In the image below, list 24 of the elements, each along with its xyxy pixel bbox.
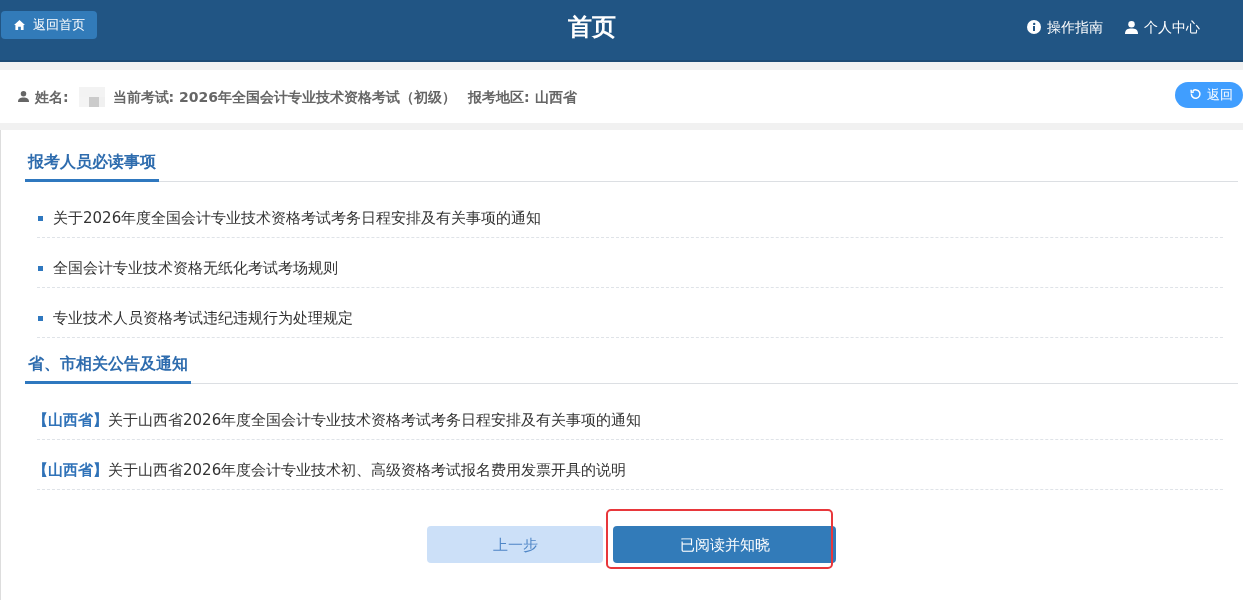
home-button[interactable]: 返回首页 xyxy=(1,11,97,39)
notice-link[interactable]: 关于2026年度全国会计专业技术资格考试考务日程安排及有关事项的通知 xyxy=(53,208,542,228)
section-title: 报考人员必读事项 xyxy=(25,150,159,182)
bullet-icon xyxy=(38,265,43,271)
bullet-icon xyxy=(38,215,43,221)
bullet-icon xyxy=(38,315,43,321)
refresh-icon xyxy=(1190,89,1201,100)
home-icon xyxy=(14,20,25,30)
page-title: 首页 xyxy=(568,12,616,42)
user-icon xyxy=(1125,20,1138,34)
notice-link[interactable]: 【山西省】关于山西省2026年度全国会计专业技术资格考试考务日程安排及有关事项的通知 xyxy=(33,410,642,430)
guide-link[interactable]: 操作指南 xyxy=(1027,17,1103,37)
user-icon xyxy=(18,91,29,102)
exam-region-text: 报考地区: 山西省 xyxy=(468,87,577,107)
confirm-button[interactable]: 已阅读并知晓 xyxy=(613,526,836,563)
section-title: 省、市相关公告及通知 xyxy=(25,352,191,384)
notice-link[interactable]: 专业技术人员资格考试违纪违规行为处理规定 xyxy=(53,308,353,328)
redacted-name-block xyxy=(78,86,105,107)
user-center-link[interactable]: 个人中心 xyxy=(1125,17,1200,37)
current-exam-text: 当前考试: 2026年全国会计专业技术资格考试（初级） xyxy=(112,87,457,107)
notice-link[interactable]: 【山西省】关于山西省2026年度会计专业技术初、高级资格考试报名费用发票开具的说明 xyxy=(33,460,627,480)
name-label: 姓名: xyxy=(35,87,69,107)
notice-link[interactable]: 全国会计专业技术资格无纸化考试考场规则 xyxy=(53,258,338,278)
info-icon xyxy=(1027,20,1041,34)
